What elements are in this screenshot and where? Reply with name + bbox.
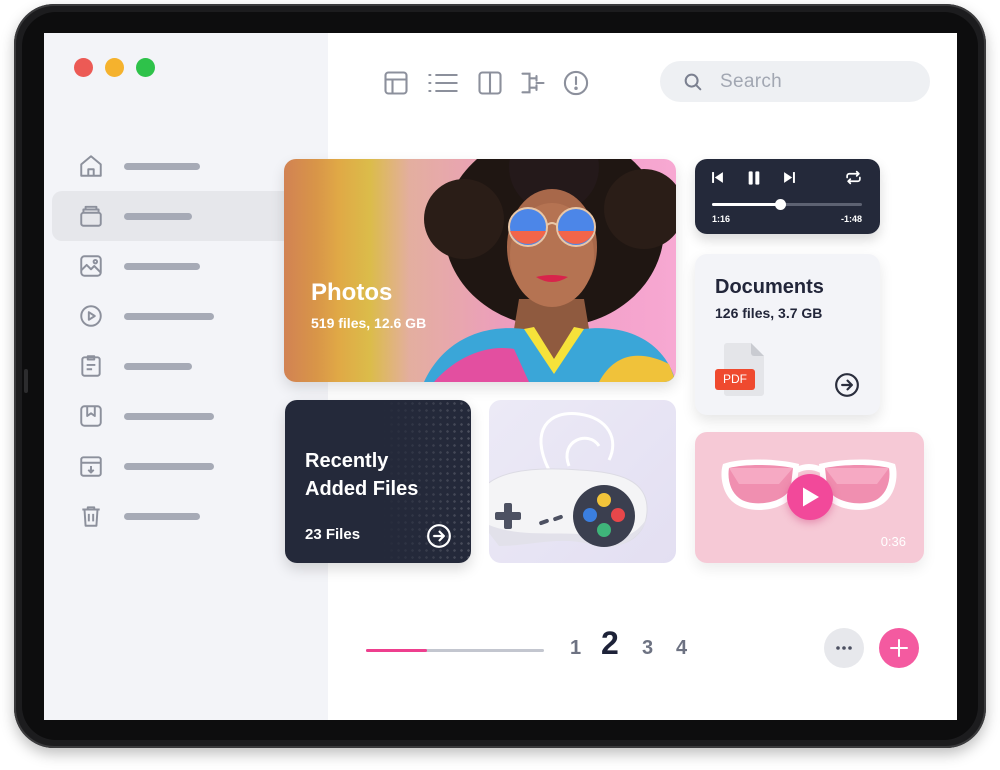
playback-progress-bar[interactable] — [712, 199, 862, 210]
add-button[interactable] — [879, 628, 919, 668]
bookmark-icon — [80, 405, 102, 427]
sidebar-item-label-placeholder — [124, 263, 200, 270]
search-bar[interactable]: Search — [660, 61, 930, 102]
video-card[interactable]: 0:36 — [695, 432, 924, 563]
recently-added-count: 23 Files — [305, 526, 361, 543]
info-alert-icon[interactable] — [562, 69, 590, 97]
arrow-right-circle-icon[interactable] — [834, 372, 860, 398]
page-2-current[interactable]: 2 — [601, 625, 619, 662]
page-3[interactable]: 3 — [642, 637, 653, 660]
page-progress-bar — [366, 649, 544, 652]
elapsed-time: 1:16 — [712, 214, 731, 224]
photos-card[interactable]: Photos 519 files, 12.6 GB — [284, 159, 676, 382]
repeat-icon[interactable] — [845, 170, 862, 185]
more-options-button[interactable] — [824, 628, 864, 668]
recently-added-card[interactable]: Recently Added Files 23 Files — [285, 400, 471, 563]
close-window-button[interactable] — [74, 58, 93, 77]
skip-forward-icon[interactable] — [783, 171, 796, 184]
hierarchy-icon[interactable] — [519, 69, 547, 97]
grid-layout-icon[interactable] — [382, 69, 410, 97]
tablet-side-button — [24, 369, 28, 393]
documents-card-subtitle: 126 files, 3.7 GB — [715, 305, 823, 321]
sidebar-item-label-placeholder — [124, 163, 200, 170]
sidebar-item-label-placeholder — [124, 463, 214, 470]
app-window: Search Photos 519 files, 12.6 GB 1:16 -1… — [44, 33, 957, 720]
page-progress-fill — [366, 649, 427, 652]
skip-back-icon[interactable] — [711, 171, 724, 184]
minimize-window-button[interactable] — [105, 58, 124, 77]
pause-icon[interactable] — [746, 170, 762, 186]
photos-card-subtitle: 519 files, 12.6 GB — [311, 315, 427, 331]
games-card[interactable] — [489, 400, 676, 563]
video-duration: 0:36 — [880, 534, 906, 549]
page-4[interactable]: 4 — [676, 637, 687, 660]
recently-added-title: Recently Added Files — [305, 450, 419, 500]
remaining-time: -1:48 — [840, 214, 862, 224]
documents-card-title: Documents — [715, 276, 824, 298]
split-view-icon[interactable] — [476, 69, 504, 97]
sidebar-item-label-placeholder — [124, 513, 200, 520]
sidebar-item-label-placeholder — [124, 213, 192, 220]
page-1[interactable]: 1 — [570, 637, 581, 660]
box-icon — [80, 205, 102, 227]
game-controller-icon — [489, 412, 648, 548]
plus-icon — [890, 639, 908, 657]
sidebar-item-label-placeholder — [124, 313, 214, 320]
home-icon — [80, 155, 102, 177]
play-icon — [803, 487, 819, 507]
music-player-card: 1:16 -1:48 — [695, 159, 880, 234]
clipboard-icon — [81, 355, 101, 377]
search-input[interactable]: Search — [720, 71, 782, 93]
more-dots-icon — [836, 646, 852, 650]
list-view-icon[interactable] — [427, 69, 459, 97]
search-icon — [684, 73, 702, 91]
image-icon — [80, 255, 102, 277]
play-circle-icon — [80, 305, 102, 327]
pdf-badge: PDF — [715, 369, 755, 390]
archive-download-icon — [80, 456, 102, 477]
play-button[interactable] — [787, 474, 833, 520]
trash-icon — [82, 506, 100, 527]
portrait-photo — [424, 159, 676, 382]
playback-scrubber[interactable] — [774, 199, 786, 210]
documents-card[interactable]: Documents 126 files, 3.7 GB PDF — [695, 254, 880, 415]
sidebar-item-label-placeholder — [124, 413, 214, 420]
arrow-right-circle-icon[interactable] — [426, 523, 452, 549]
photos-card-title: Photos — [311, 279, 393, 306]
maximize-window-button[interactable] — [136, 58, 155, 77]
window-controls — [74, 58, 155, 77]
playback-progress-fill — [712, 203, 780, 206]
sidebar-item-label-placeholder — [124, 363, 192, 370]
